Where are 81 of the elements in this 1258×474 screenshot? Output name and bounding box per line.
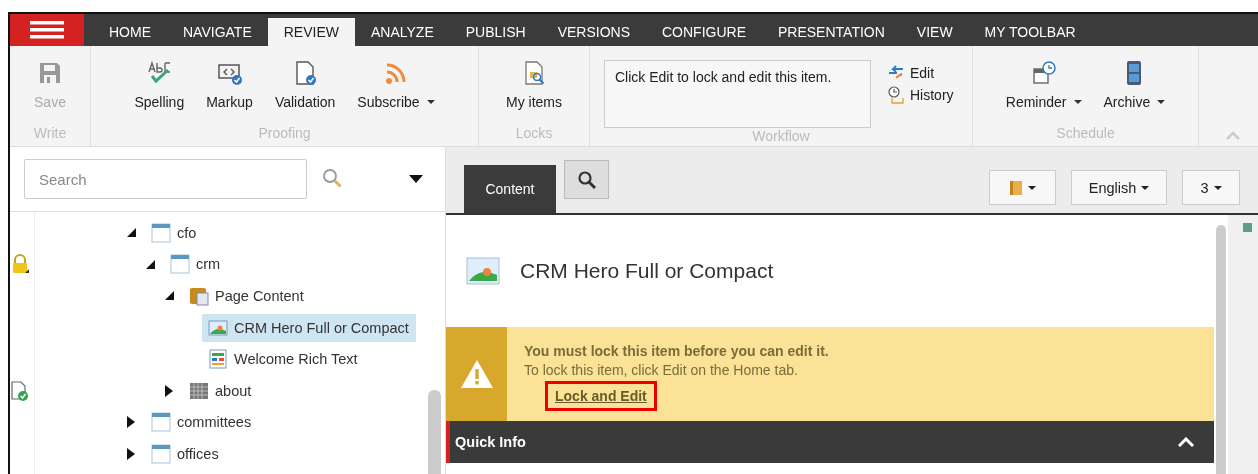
ribbon-button[interactable]: My items xyxy=(500,60,568,110)
expand-icon[interactable] xyxy=(127,416,135,429)
tree-item[interactable]: committees xyxy=(145,408,259,437)
group-label: Workflow xyxy=(751,128,811,146)
dropdown-icon[interactable] xyxy=(409,175,423,183)
menu-icon xyxy=(30,21,64,39)
tree-item[interactable]: crm xyxy=(164,250,228,279)
section-title: Quick Info xyxy=(455,434,526,450)
ribbon-button[interactable]: Spelling xyxy=(128,60,191,110)
page-icon xyxy=(170,254,190,275)
notebook-dropdown[interactable] xyxy=(989,170,1056,205)
ribbon-button[interactable]: Edit xyxy=(887,64,954,82)
ribbon-tab[interactable]: ANALYZE xyxy=(354,14,450,46)
editor-tab[interactable]: Content xyxy=(464,165,556,213)
folder-icon xyxy=(189,286,209,306)
tree-item[interactable]: Welcome Rich Text xyxy=(202,345,365,374)
ribbon-tab[interactable]: NAVIGATE xyxy=(167,14,268,46)
spelling-icon xyxy=(146,60,173,86)
tree-item[interactable]: about xyxy=(183,376,259,405)
document-icon xyxy=(208,349,228,370)
status-indicator xyxy=(1243,223,1252,232)
ribbon-tab[interactable]: VIEW xyxy=(900,14,969,46)
expand-icon[interactable] xyxy=(127,447,135,460)
arrows-icon xyxy=(887,64,905,82)
tree-item[interactable]: offices xyxy=(145,439,226,468)
ribbon-tab[interactable]: PRESENTATION xyxy=(762,14,901,46)
warning-title: You must lock this item before you can edit it. xyxy=(524,343,829,359)
expand-icon[interactable] xyxy=(165,384,173,397)
ribbon-tab[interactable]: REVIEW xyxy=(267,18,355,46)
group-label: Schedule xyxy=(1055,125,1116,143)
tree-item[interactable]: CRM Hero Full or Compact xyxy=(202,313,416,342)
language-dropdown[interactable]: English xyxy=(1071,170,1167,205)
ribbon-button[interactable]: Subscribe xyxy=(351,60,441,110)
ribbon-tab[interactable]: MY TOOLBAR xyxy=(968,14,1092,46)
search-button[interactable] xyxy=(564,160,609,199)
caret-icon xyxy=(1073,100,1082,104)
grid-icon xyxy=(189,380,209,401)
ribbon-tab[interactable]: CONFIGURE xyxy=(646,14,762,46)
page-icon xyxy=(151,412,171,433)
scrollbar-thumb[interactable] xyxy=(1216,225,1226,474)
expanded-icon[interactable] xyxy=(127,228,136,238)
clock-icon xyxy=(887,86,905,104)
tree-item[interactable]: cfo xyxy=(145,218,204,247)
version-dropdown[interactable]: 3 xyxy=(1182,170,1240,205)
save-icon xyxy=(37,60,63,86)
group-label: Proofing xyxy=(257,125,312,143)
ribbon-button[interactable]: Archive xyxy=(1097,60,1172,110)
warning-icon xyxy=(459,359,494,389)
caret-icon xyxy=(426,100,435,104)
menu-button[interactable] xyxy=(10,14,84,46)
image-icon xyxy=(208,317,228,338)
expanded-icon[interactable] xyxy=(165,291,174,301)
caret-icon xyxy=(1141,185,1150,190)
expanded-icon[interactable] xyxy=(146,259,155,269)
caret-icon xyxy=(1213,185,1222,190)
ribbon-button[interactable]: Validation xyxy=(268,60,342,110)
ribbon-button[interactable]: Reminder xyxy=(999,60,1088,110)
notebook-icon xyxy=(1009,179,1023,196)
search-icon xyxy=(576,169,597,190)
caret-icon xyxy=(1028,185,1036,190)
image-icon xyxy=(466,257,500,285)
caret-icon xyxy=(1157,100,1166,104)
group-label: Write xyxy=(32,125,68,143)
tree-item[interactable]: Page Content xyxy=(183,282,311,310)
warning-text: To lock this item, click Edit on the Home tab. xyxy=(524,362,798,378)
ribbon-tab[interactable]: PUBLISH xyxy=(449,14,542,46)
ribbon-button[interactable]: Markup xyxy=(200,60,259,110)
ribbon-button[interactable]: History xyxy=(887,86,954,104)
scrollbar-thumb[interactable] xyxy=(428,390,441,474)
section-header[interactable]: Quick Info xyxy=(446,421,1214,463)
ribbon-tab[interactable]: HOME xyxy=(93,14,167,46)
chevron-up-icon[interactable] xyxy=(1178,437,1194,447)
lock-and-edit-link[interactable]: Lock and Edit xyxy=(545,381,657,411)
item-title: CRM Hero Full or Compact xyxy=(520,259,774,283)
workflow-comment: Click Edit to lock and edit this item. xyxy=(604,60,871,128)
search-field[interactable]: Search xyxy=(24,159,307,199)
group-label: Locks xyxy=(514,125,554,143)
page-icon xyxy=(151,222,171,243)
page-icon xyxy=(151,443,171,464)
reminder-icon xyxy=(1030,60,1057,86)
ribbon-tab[interactable]: VERSIONS xyxy=(541,14,646,46)
